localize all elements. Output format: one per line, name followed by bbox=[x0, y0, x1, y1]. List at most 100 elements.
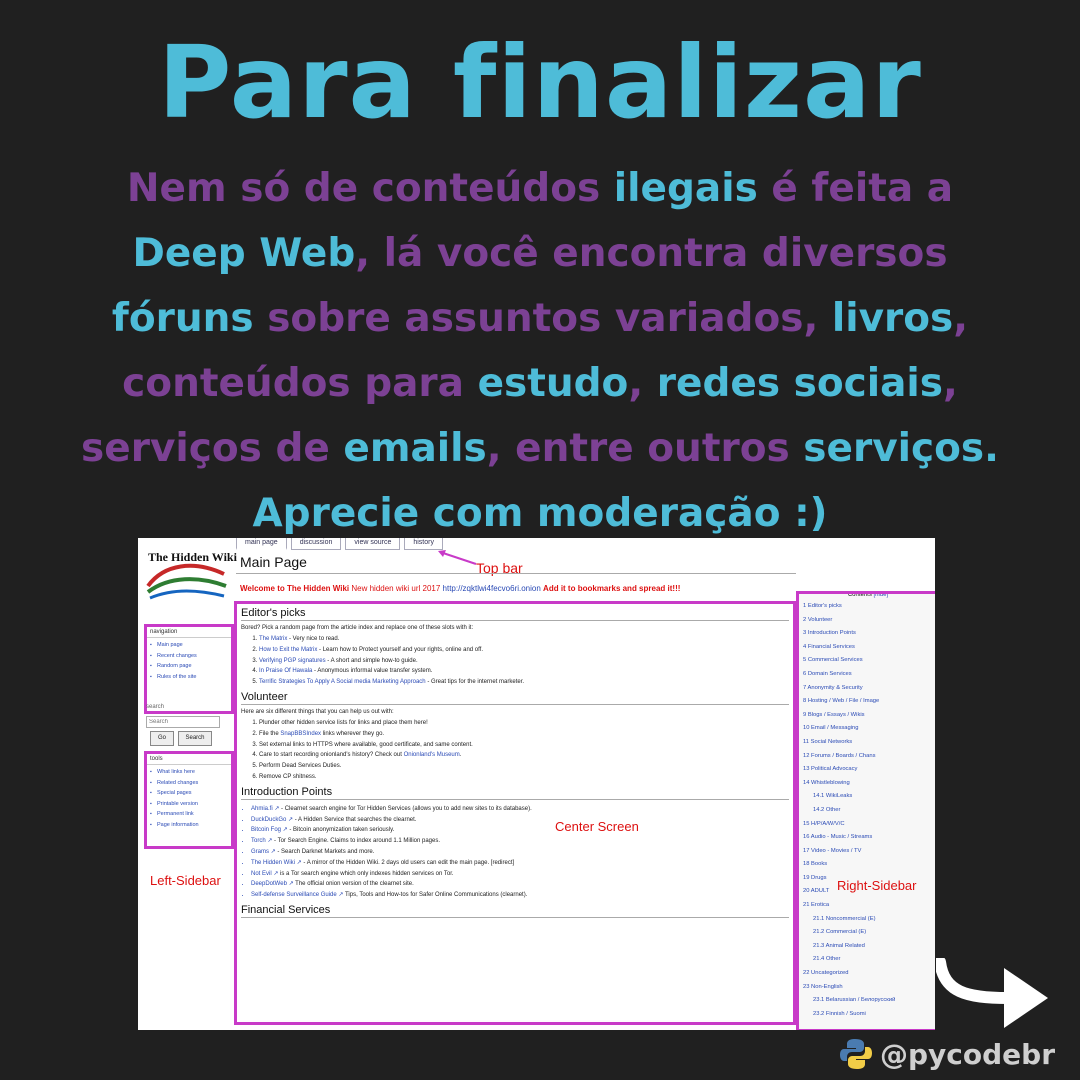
item-text: Set external links to HTTPS where availa… bbox=[259, 741, 473, 748]
sidebar-item[interactable]: Page information bbox=[150, 820, 231, 831]
contents-hide-link[interactable]: [hide] bbox=[874, 594, 889, 598]
item-link[interactable]: Terrific Strategies To Apply A Social me… bbox=[259, 679, 426, 685]
body-segment: Nem só de conteúdos bbox=[126, 166, 614, 211]
arrow-right-icon bbox=[936, 958, 1048, 1028]
body-segment: serviços. bbox=[803, 426, 999, 471]
body-segment: , bbox=[943, 361, 958, 406]
contents-item[interactable]: 9 Blogs / Essays / Wikis bbox=[803, 709, 935, 723]
go-button[interactable]: Go bbox=[150, 731, 174, 746]
contents-item[interactable]: 21.2 Commercial (E) bbox=[803, 926, 935, 940]
item-link[interactable]: Verifying PGP signatures bbox=[259, 658, 326, 664]
item-text: - A short and simple how-to guide. bbox=[325, 657, 418, 664]
body-line: conteúdos para estudo, redes sociais, bbox=[40, 351, 1040, 416]
logo-text: The Hidden Wiki bbox=[148, 550, 237, 564]
body-line: serviços de emails, entre outros serviço… bbox=[40, 416, 1040, 481]
contents-item[interactable]: 23 Non-English bbox=[803, 981, 935, 995]
welcome-mid: New hidden wiki url 2017 bbox=[351, 584, 441, 593]
tools-heading: tools bbox=[147, 754, 231, 765]
contents-heading: Contents [hide] bbox=[799, 594, 935, 598]
sidebar-item[interactable]: Special pages bbox=[150, 788, 231, 799]
sidebar-item[interactable]: Permanent link bbox=[150, 809, 231, 820]
volunteer-list: Plunder other hidden service lists for l… bbox=[237, 718, 793, 783]
contents-item[interactable]: 16 Audio - Music / Streams bbox=[803, 831, 935, 845]
sidebar-item[interactable]: What links here bbox=[150, 767, 231, 778]
item-link[interactable]: DeepDotWeb bbox=[251, 881, 287, 887]
list-item: Perform Dead Services Duties. bbox=[259, 761, 793, 772]
contents-item[interactable]: 18 Books bbox=[803, 858, 935, 872]
welcome-url[interactable]: http://zqktlwi4fecvo6ri.onion bbox=[443, 584, 541, 593]
list-item: Grams ↗ - Search Darknet Markets and mor… bbox=[251, 847, 793, 858]
contents-item[interactable]: 21.1 Noncommercial (E) bbox=[803, 913, 935, 927]
item-link[interactable]: Torch bbox=[251, 838, 266, 844]
external-link-icon: ↗ bbox=[269, 848, 276, 855]
contents-item[interactable]: 7 Anonymity & Security bbox=[803, 682, 935, 696]
sidebar-item[interactable]: Related changes bbox=[150, 778, 231, 789]
welcome-prefix: Welcome to The Hidden Wiki bbox=[240, 584, 350, 593]
contents-item[interactable]: 13 Political Advocacy bbox=[803, 763, 935, 777]
center-content: Editor's picks Bored? Pick a random page… bbox=[234, 601, 796, 1025]
contents-item[interactable]: 3 Introduction Points bbox=[803, 627, 935, 641]
item-link[interactable]: DuckDuckGo bbox=[251, 817, 286, 823]
contents-item[interactable]: 8 Hosting / Web / File / Image bbox=[803, 695, 935, 709]
contents-list: 1 Editor's picks 2 Volunteer 3 Introductio… bbox=[803, 600, 935, 1021]
external-link-icon: ↗ bbox=[281, 827, 288, 834]
sidebar-item[interactable]: Printable version bbox=[150, 799, 231, 810]
contents-item[interactable]: 21.3 Animal Related bbox=[803, 940, 935, 954]
tab-discussion[interactable]: discussion bbox=[290, 538, 342, 550]
contents-item[interactable]: 1 Editor's picks bbox=[803, 600, 935, 614]
python-logo-icon bbox=[840, 1039, 872, 1069]
contents-item[interactable]: 11 Social Networks bbox=[803, 736, 935, 750]
item-link[interactable]: In Praise Of Hawala bbox=[259, 668, 312, 674]
search-button[interactable]: Search bbox=[178, 731, 212, 746]
contents-item[interactable]: 23.2 Finnish / Suomi bbox=[803, 1008, 935, 1022]
contents-item[interactable]: 14.1 WikiLeaks bbox=[803, 790, 935, 804]
contents-item[interactable]: 15 H/P/A/W/V/C bbox=[803, 818, 935, 832]
sidebar-item[interactable]: Main page bbox=[150, 640, 231, 651]
contents-item[interactable]: 14.2 Other bbox=[803, 804, 935, 818]
item-link[interactable]: Self-defense Surveillance Guide bbox=[251, 892, 337, 898]
item-text: - Great tips for the internet marketer. bbox=[425, 679, 525, 686]
item-link[interactable]: Grams bbox=[251, 849, 269, 855]
contents-item[interactable]: 4 Financial Services bbox=[803, 641, 935, 655]
hidden-wiki-screenshot: The Hidden Wiki main page discussion view … bbox=[138, 538, 935, 1030]
contents-item[interactable]: 12 Forums / Boards / Chans bbox=[803, 750, 935, 764]
contents-item[interactable]: 17 Video - Movies / TV bbox=[803, 845, 935, 859]
contents-item[interactable]: 22 Uncategorized bbox=[803, 967, 935, 981]
wiki-page-title: Main Page bbox=[240, 554, 307, 570]
contents-item[interactable]: 5 Commercial Services bbox=[803, 654, 935, 668]
sidebar-item[interactable]: Rules of the site bbox=[150, 672, 231, 683]
item-link[interactable]: Ahmia.fi bbox=[251, 806, 273, 812]
navigation-heading: navigation bbox=[147, 627, 231, 638]
contents-item[interactable]: 14 Whistleblowing bbox=[803, 777, 935, 791]
right-sidebar-annotation: Right-Sidebar bbox=[837, 878, 917, 893]
item-text: Tips, Tools and How-tos for Safer Online… bbox=[343, 892, 528, 899]
contents-item[interactable]: 23.1 Belarussian / Белорусский bbox=[803, 994, 935, 1008]
annotation-arrow-icon bbox=[438, 550, 477, 565]
title-divider bbox=[236, 573, 796, 574]
contents-sidebar: Contents [hide] 1 Editor's picks 2 Volunt… bbox=[796, 591, 935, 1030]
sidebar-item[interactable]: Random page bbox=[150, 661, 231, 672]
contents-item[interactable]: 2 Volunteer bbox=[803, 614, 935, 628]
body-segment: estudo bbox=[477, 361, 629, 406]
contents-item[interactable]: 6 Domain Services bbox=[803, 668, 935, 682]
tab-view-source[interactable]: view source bbox=[345, 538, 401, 550]
sidebar-item[interactable]: Recent changes bbox=[150, 651, 231, 662]
welcome-banner: Welcome to The Hidden Wiki New hidden wi… bbox=[240, 584, 680, 593]
list-item: In Praise Of Hawala - Anonymous informal… bbox=[259, 666, 793, 677]
item-link[interactable]: How to Exit the Matrix bbox=[259, 647, 317, 653]
contents-item[interactable]: 21 Erotica bbox=[803, 899, 935, 913]
page-title: Para finalizar bbox=[158, 24, 922, 141]
body-segment: sobre assuntos variados, bbox=[253, 296, 832, 341]
body-segment: conteúdos para bbox=[122, 361, 478, 406]
item-link[interactable]: Bitcoin Fog bbox=[251, 827, 281, 833]
item-link[interactable]: Not Evil bbox=[251, 871, 272, 877]
contents-item[interactable]: 10 Email / Messaging bbox=[803, 722, 935, 736]
tab-main-page[interactable]: main page bbox=[236, 538, 287, 550]
search-input[interactable] bbox=[146, 716, 220, 728]
item-link[interactable]: The Matrix bbox=[259, 636, 287, 642]
body-segment: , bbox=[953, 296, 969, 341]
contents-item[interactable]: 21.4 Other bbox=[803, 953, 935, 967]
item-link[interactable]: The Hidden Wiki bbox=[251, 860, 295, 866]
item-link[interactable]: SnapBBSIndex bbox=[280, 731, 321, 737]
item-link[interactable]: Onionland's Museum bbox=[404, 752, 460, 758]
